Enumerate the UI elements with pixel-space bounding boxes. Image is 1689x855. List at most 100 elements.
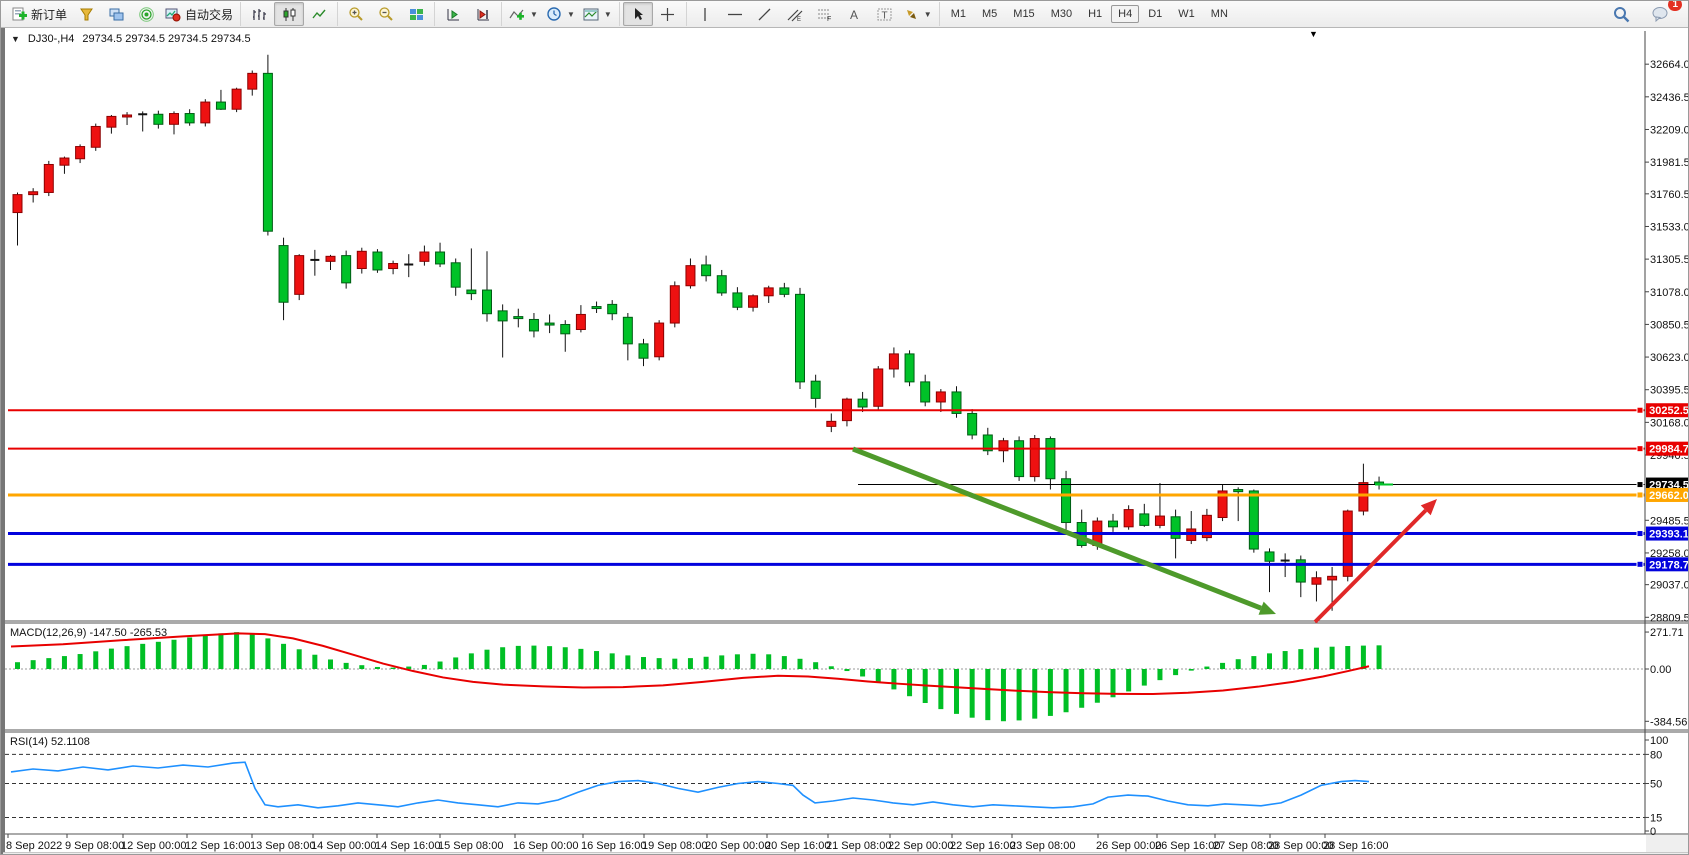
svg-text:21 Sep 08:00: 21 Sep 08:00 [826,840,891,852]
collapse-triangle-icon[interactable]: ▼ [11,34,20,44]
candlestick-button[interactable] [274,2,304,26]
search-button[interactable] [1606,2,1636,26]
timeframe-H4[interactable]: H4 [1111,5,1139,23]
svg-text:14 Sep 00:00: 14 Sep 00:00 [311,840,376,852]
chart-shift-icon [476,7,491,22]
tile-windows-button[interactable] [401,2,431,26]
arrows-icon [904,7,919,22]
line-chart-icon [312,7,327,22]
svg-text:32436.5: 32436.5 [1650,92,1689,104]
svg-text:30850.5: 30850.5 [1650,319,1689,331]
svg-text:F: F [827,16,831,22]
svg-text:30252.5: 30252.5 [1649,405,1689,417]
svg-text:29984.7: 29984.7 [1649,444,1689,456]
svg-text:31981.5: 31981.5 [1650,157,1689,169]
notification-badge: 1 [1668,0,1682,11]
svg-text:-384.56: -384.56 [1650,716,1687,728]
macd-indicator-label: MACD(12,26,9) -147.50 -265.53 [10,627,167,639]
mt4-terminal-window: { "toolbar": { "new_order_label": "新订单",… [0,0,1689,855]
text-label-button[interactable]: T [870,2,900,26]
bar-chart-button[interactable] [244,2,274,26]
timeframe-D1[interactable]: D1 [1141,5,1169,23]
new-order-label: 新订单 [31,6,67,23]
zoom-in-button[interactable] [341,2,371,26]
timeframe-M15[interactable]: M15 [1006,5,1041,23]
text-label-icon: T [877,7,893,22]
crosshair-icon [660,7,675,22]
bar-chart-icon [252,7,267,22]
text-icon: A [848,7,861,22]
tile-windows-icon [409,7,424,22]
rsi-indicator-label: RSI(14) 52.1108 [10,736,90,748]
vertical-line-button[interactable] [690,2,720,26]
new-order-icon [12,7,27,22]
notifications-button[interactable]: 1 [1646,2,1676,26]
text-button[interactable]: A [840,2,870,26]
svg-text:30623.0: 30623.0 [1650,352,1689,364]
chevron-down-icon: ▼ [924,10,932,19]
chart-canvas[interactable]: 32664.032436.532209.031981.531760.531533… [3,28,1689,855]
svg-text:22 Sep 16:00: 22 Sep 16:00 [950,840,1015,852]
autotrading-label: 自动交易 [185,6,233,23]
auto-scroll-button[interactable] [438,2,468,26]
cursor-button[interactable] [623,2,653,26]
crosshair-button[interactable] [653,2,683,26]
terminals-icon [109,7,124,22]
channel-button[interactable]: E [780,2,810,26]
vertical-line-icon [700,7,710,22]
periods-button[interactable]: ▼ [542,2,579,26]
svg-text:8 Sep 2022: 8 Sep 2022 [6,840,62,852]
funnel-icon [79,7,94,22]
timeframe-W1[interactable]: W1 [1171,5,1202,23]
timeframe-H1[interactable]: H1 [1081,5,1109,23]
zoom-in-icon [348,6,364,22]
svg-text:23 Sep 08:00: 23 Sep 08:00 [1010,840,1075,852]
autotrading-button[interactable]: 自动交易 [161,2,237,26]
svg-text:31760.5: 31760.5 [1650,189,1689,201]
candlestick-icon [282,7,297,22]
autotrading-icon [165,7,181,22]
metaeditor-button[interactable] [71,2,101,26]
svg-text:32664.0: 32664.0 [1650,59,1689,71]
timeframe-M5[interactable]: M5 [975,5,1004,23]
zoom-out-button[interactable] [371,2,401,26]
indicators-button[interactable]: ▼ [505,2,542,26]
chart-shift-button[interactable] [468,2,498,26]
svg-text:12 Sep 16:00: 12 Sep 16:00 [185,840,250,852]
terminal-button[interactable] [101,2,131,26]
svg-text:16 Sep 16:00: 16 Sep 16:00 [581,840,646,852]
arrows-button[interactable]: ▼ [900,2,936,26]
svg-text:29178.7: 29178.7 [1649,559,1689,571]
svg-text:29485.5: 29485.5 [1650,515,1689,527]
timeframe-M1[interactable]: M1 [944,5,973,23]
chart-title: ▼ DJ30-,H4 29734.5 29734.5 29734.5 29734… [11,33,251,45]
trendline-button[interactable] [750,2,780,26]
signal-icon [139,7,154,22]
templates-icon [583,7,599,22]
svg-text:20 Sep 16:00: 20 Sep 16:00 [765,840,830,852]
signals-button[interactable] [131,2,161,26]
indicators-icon [509,7,525,22]
svg-text:14 Sep 16:00: 14 Sep 16:00 [375,840,440,852]
fibonacci-button[interactable]: F [810,2,840,26]
svg-text:19 Sep 08:00: 19 Sep 08:00 [642,840,707,852]
svg-text:15: 15 [1650,812,1662,824]
timeframe-M30[interactable]: M30 [1044,5,1079,23]
fibonacci-icon: F [817,7,833,22]
drop-arrow-icon[interactable]: ▼ [1309,29,1318,39]
horizontal-line-icon [727,7,743,22]
chart-window: ▼ DJ30-,H4 29734.5 29734.5 29734.5 29734… [1,28,1689,855]
svg-text:20 Sep 00:00: 20 Sep 00:00 [705,840,770,852]
auto-scroll-icon [446,7,461,22]
line-chart-button[interactable] [304,2,334,26]
timeframe-bar: M1M5M15M30H1H4D1W1MN [939,2,1239,26]
timeframe-MN[interactable]: MN [1204,5,1235,23]
svg-text:16 Sep 00:00: 16 Sep 00:00 [513,840,578,852]
zoom-out-icon [378,6,394,22]
svg-text:29393.1: 29393.1 [1649,529,1689,541]
templates-button[interactable]: ▼ [579,2,616,26]
trendline-icon [757,7,772,22]
horizontal-line-button[interactable] [720,2,750,26]
svg-text:15 Sep 08:00: 15 Sep 08:00 [438,840,503,852]
new-order-button[interactable]: 新订单 [8,2,71,26]
